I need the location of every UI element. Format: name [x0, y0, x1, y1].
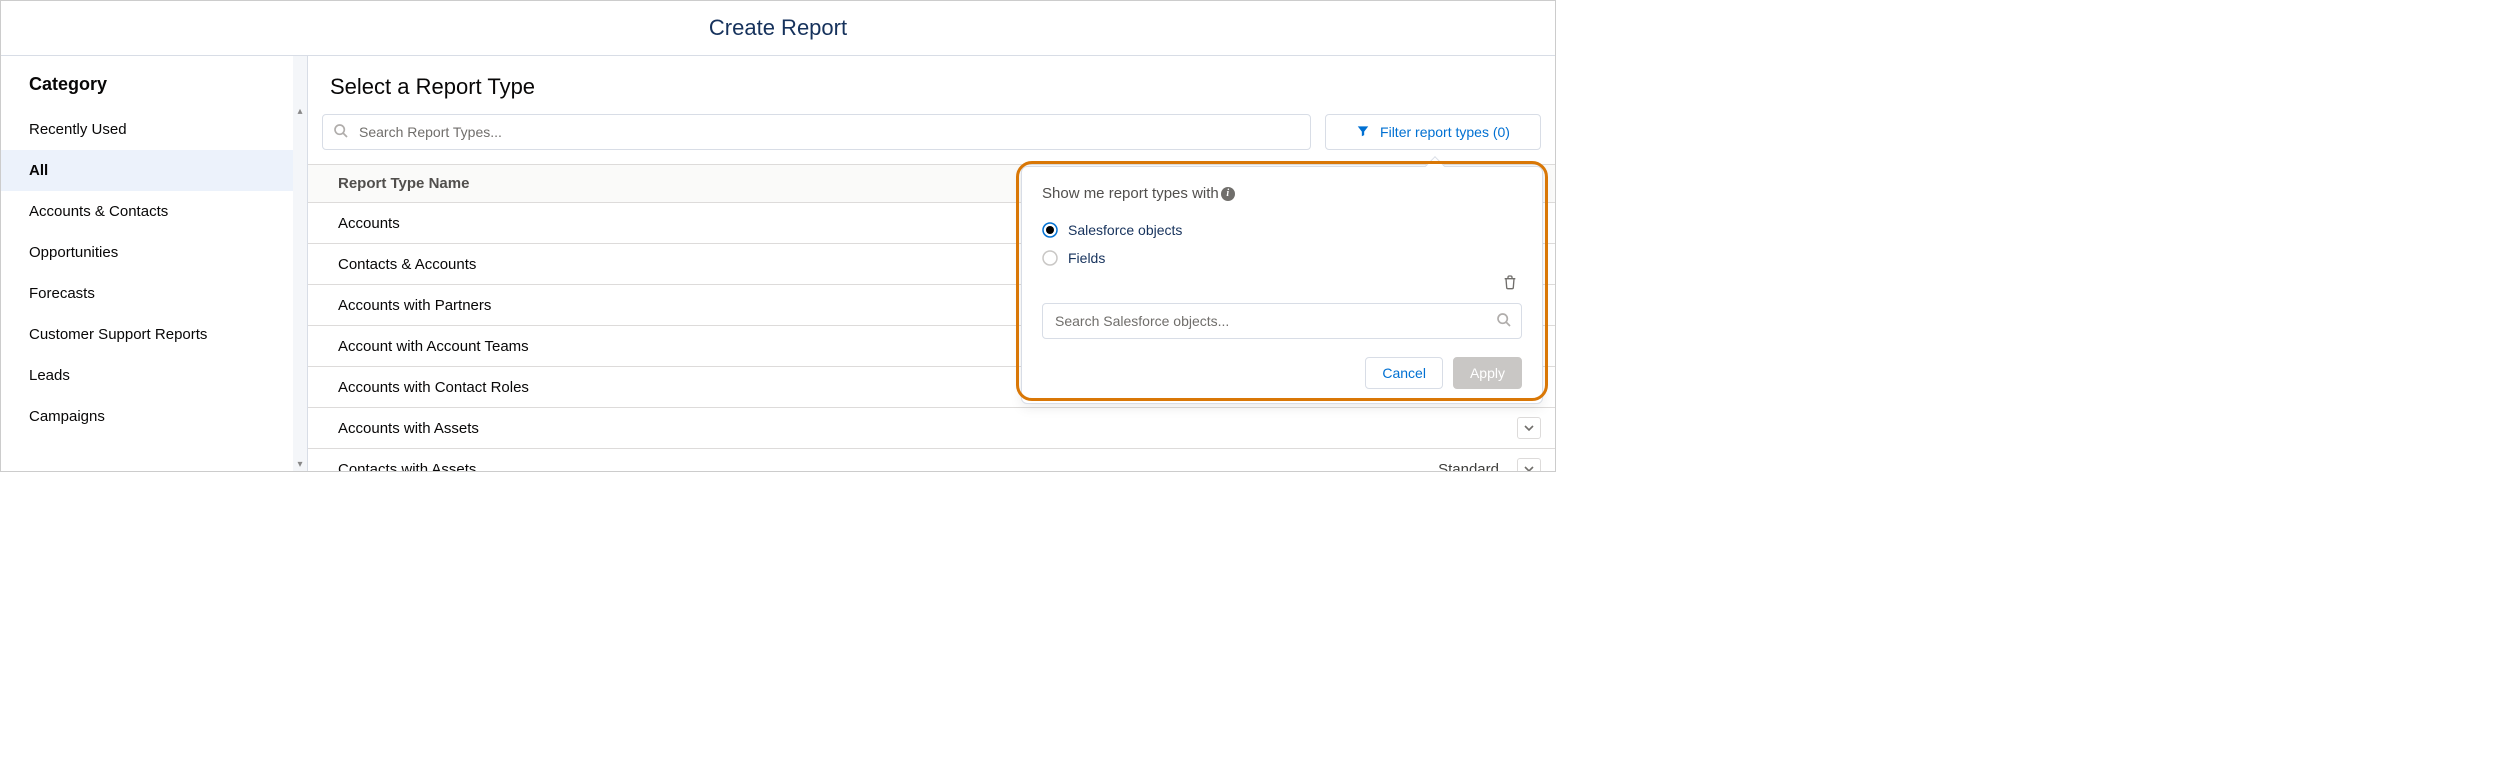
popover-search-input[interactable] — [1042, 303, 1522, 339]
scroll-up-icon: ▴ — [297, 106, 302, 117]
row-name: Accounts with Assets — [338, 420, 479, 437]
row-name: Accounts with Contact Roles — [338, 379, 529, 396]
apply-button[interactable]: Apply — [1453, 357, 1522, 389]
filter-icon — [1356, 124, 1370, 141]
search-box — [322, 114, 1311, 150]
category-item-forecasts[interactable]: Forecasts — [1, 273, 307, 314]
row-name: Accounts — [338, 215, 400, 232]
category-item-all[interactable]: All — [1, 150, 307, 191]
category-item-customer-support[interactable]: Customer Support Reports — [1, 314, 307, 355]
info-icon[interactable]: i — [1221, 187, 1235, 201]
row-action-menu[interactable] — [1517, 458, 1541, 471]
popover-title: Show me report types with i — [1042, 185, 1522, 202]
category-sidebar: Category Recently Used All Accounts & Co… — [1, 56, 308, 471]
content-area: Category Recently Used All Accounts & Co… — [1, 55, 1555, 471]
chevron-down-icon — [1524, 424, 1534, 432]
category-item-recently-used[interactable]: Recently Used — [1, 109, 307, 150]
radio-label: Fields — [1068, 250, 1105, 266]
modal-title: Create Report — [1, 15, 1555, 41]
search-input[interactable] — [322, 114, 1311, 150]
main-title: Select a Report Type — [308, 56, 1555, 114]
popover-search-wrap — [1042, 303, 1522, 339]
radio-fields[interactable]: Fields — [1042, 244, 1522, 272]
category-item-opportunities[interactable]: Opportunities — [1, 232, 307, 273]
row-name: Contacts with Assets — [338, 461, 476, 472]
row-name: Account with Account Teams — [338, 338, 529, 355]
filter-report-types-button[interactable]: Filter report types (0) — [1325, 114, 1541, 150]
filter-label: Filter report types (0) — [1380, 124, 1510, 140]
radio-unselected-icon — [1042, 250, 1058, 266]
toolbar: Filter report types (0) — [308, 114, 1555, 164]
radio-label: Salesforce objects — [1068, 222, 1182, 238]
row-name: Accounts with Partners — [338, 297, 491, 314]
table-row[interactable]: Contacts with Assets Standard — [308, 449, 1555, 471]
category-item-leads[interactable]: Leads — [1, 355, 307, 396]
sidebar-header: Category — [1, 56, 307, 109]
radio-selected-icon — [1042, 222, 1058, 238]
popover-title-text: Show me report types with — [1042, 185, 1219, 202]
radio-salesforce-objects[interactable]: Salesforce objects — [1042, 216, 1522, 244]
trash-icon[interactable] — [1502, 277, 1518, 293]
category-item-accounts-contacts[interactable]: Accounts & Contacts — [1, 191, 307, 232]
scroll-down-icon: ▾ — [297, 459, 302, 470]
table-row[interactable]: Accounts with Assets — [308, 408, 1555, 449]
main-panel: Select a Report Type Filter report types… — [308, 56, 1555, 471]
category-item-campaigns[interactable]: Campaigns — [1, 396, 307, 437]
filter-popover: Show me report types with i Salesforce o… — [1021, 166, 1543, 404]
sidebar-scrollbar[interactable]: ▴ ▾ — [293, 56, 307, 471]
search-icon — [1496, 312, 1512, 331]
cancel-button[interactable]: Cancel — [1365, 357, 1443, 389]
modal-header: Create Report — [1, 1, 1555, 55]
search-icon — [333, 123, 349, 142]
row-action-menu[interactable] — [1517, 417, 1541, 439]
row-name: Contacts & Accounts — [338, 256, 476, 273]
chevron-down-icon — [1524, 465, 1534, 471]
popover-footer: Cancel Apply — [1042, 357, 1522, 389]
row-category: Standard — [1438, 461, 1499, 472]
